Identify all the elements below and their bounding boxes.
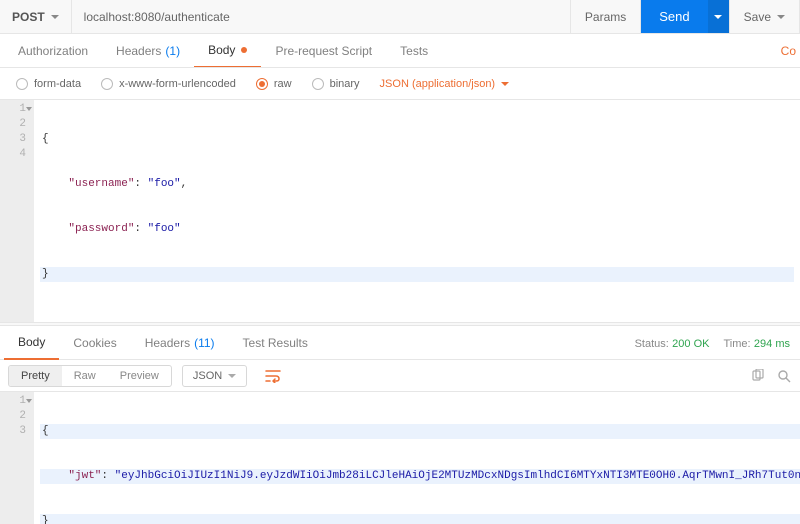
tab-response-cookies[interactable]: Cookies [59,326,130,360]
chevron-down-icon [714,15,722,19]
view-raw-button[interactable]: Raw [62,366,108,386]
chevron-down-icon [501,82,509,86]
body-type-row: form-data x-www-form-urlencoded raw bina… [0,68,800,100]
response-body-editor[interactable]: 1 2 3 { "jwt": "eyJhbGciOiJIUzI1NiJ9.eyJ… [0,392,800,524]
tab-response-tests[interactable]: Test Results [229,326,322,360]
line-number: 4 [0,147,34,162]
tab-tests[interactable]: Tests [386,34,442,68]
tab-response-body[interactable]: Body [4,326,59,360]
headers-count-badge: (11) [194,336,214,350]
line-number: 2 [0,409,34,424]
wrap-lines-icon [265,369,281,383]
line-number: 3 [0,132,34,147]
radio-icon [256,78,268,90]
search-button[interactable] [776,368,792,384]
tab-body[interactable]: Body [194,34,261,68]
request-body-editor[interactable]: 1 2 3 4 { "username": "foo", "password":… [0,100,800,322]
wrap-lines-button[interactable] [257,367,289,385]
editor-code[interactable]: { "jwt": "eyJhbGciOiJIUzI1NiJ9.eyJzdWIiO… [34,392,800,524]
line-number: 1 [0,394,34,409]
send-dropdown-button[interactable] [708,0,730,33]
copy-button[interactable] [750,368,766,384]
view-preview-button[interactable]: Preview [108,366,171,386]
time-label: Time: [723,338,750,350]
chevron-down-icon [777,15,785,19]
editor-code[interactable]: { "username": "foo", "password": "foo" } [34,100,800,322]
body-type-binary[interactable]: binary [304,78,368,90]
status-label: Status: [635,338,669,350]
unsaved-dot-icon [241,47,247,53]
body-type-form-data[interactable]: form-data [8,78,89,90]
response-stats: Status: 200 OK Time: 294 ms [635,336,796,350]
response-format-select[interactable]: JSON [182,365,247,387]
send-button[interactable]: Send [641,0,707,33]
request-url-input[interactable]: localhost:8080/authenticate [72,0,571,33]
tab-response-headers[interactable]: Headers (11) [131,326,229,360]
view-mode-group: Pretty Raw Preview [8,365,172,387]
line-number: 2 [0,117,34,132]
view-pretty-button[interactable]: Pretty [9,366,62,386]
headers-count-badge: (1) [165,44,180,58]
radio-icon [101,78,113,90]
tab-headers[interactable]: Headers (1) [102,34,194,68]
editor-gutter: 1 2 3 4 [0,100,34,322]
params-button[interactable]: Params [571,0,641,33]
chevron-down-icon [51,15,59,19]
status-value: 200 OK [672,338,709,350]
line-number: 1 [0,102,34,117]
tab-authorization[interactable]: Authorization [4,34,102,68]
request-tabs: Authorization Headers (1) Body Pre-reque… [0,34,800,68]
copy-icon [751,369,765,383]
chevron-down-icon [228,374,236,378]
editor-gutter: 1 2 3 [0,392,34,524]
body-type-raw[interactable]: raw [248,78,300,90]
radio-icon [16,78,28,90]
line-number: 3 [0,424,34,439]
response-toolbar-right [750,368,792,384]
search-icon [777,369,791,383]
request-url-text: localhost:8080/authenticate [84,10,230,24]
request-tabs-overflow[interactable]: Co [781,44,796,58]
save-button[interactable]: Save [730,0,800,33]
app-root: POST localhost:8080/authenticate Params … [0,0,800,524]
request-bar: POST localhost:8080/authenticate Params … [0,0,800,34]
response-toolbar: Pretty Raw Preview JSON [0,360,800,392]
http-method-select[interactable]: POST [0,0,72,33]
content-type-select[interactable]: JSON (application/json) [372,78,518,90]
time-value: 294 ms [754,338,790,350]
body-type-urlencoded[interactable]: x-www-form-urlencoded [93,78,244,90]
http-method-label: POST [12,10,45,24]
tab-prerequest[interactable]: Pre-request Script [261,34,386,68]
response-tabs: Body Cookies Headers (11) Test Results S… [0,326,800,360]
radio-icon [312,78,324,90]
